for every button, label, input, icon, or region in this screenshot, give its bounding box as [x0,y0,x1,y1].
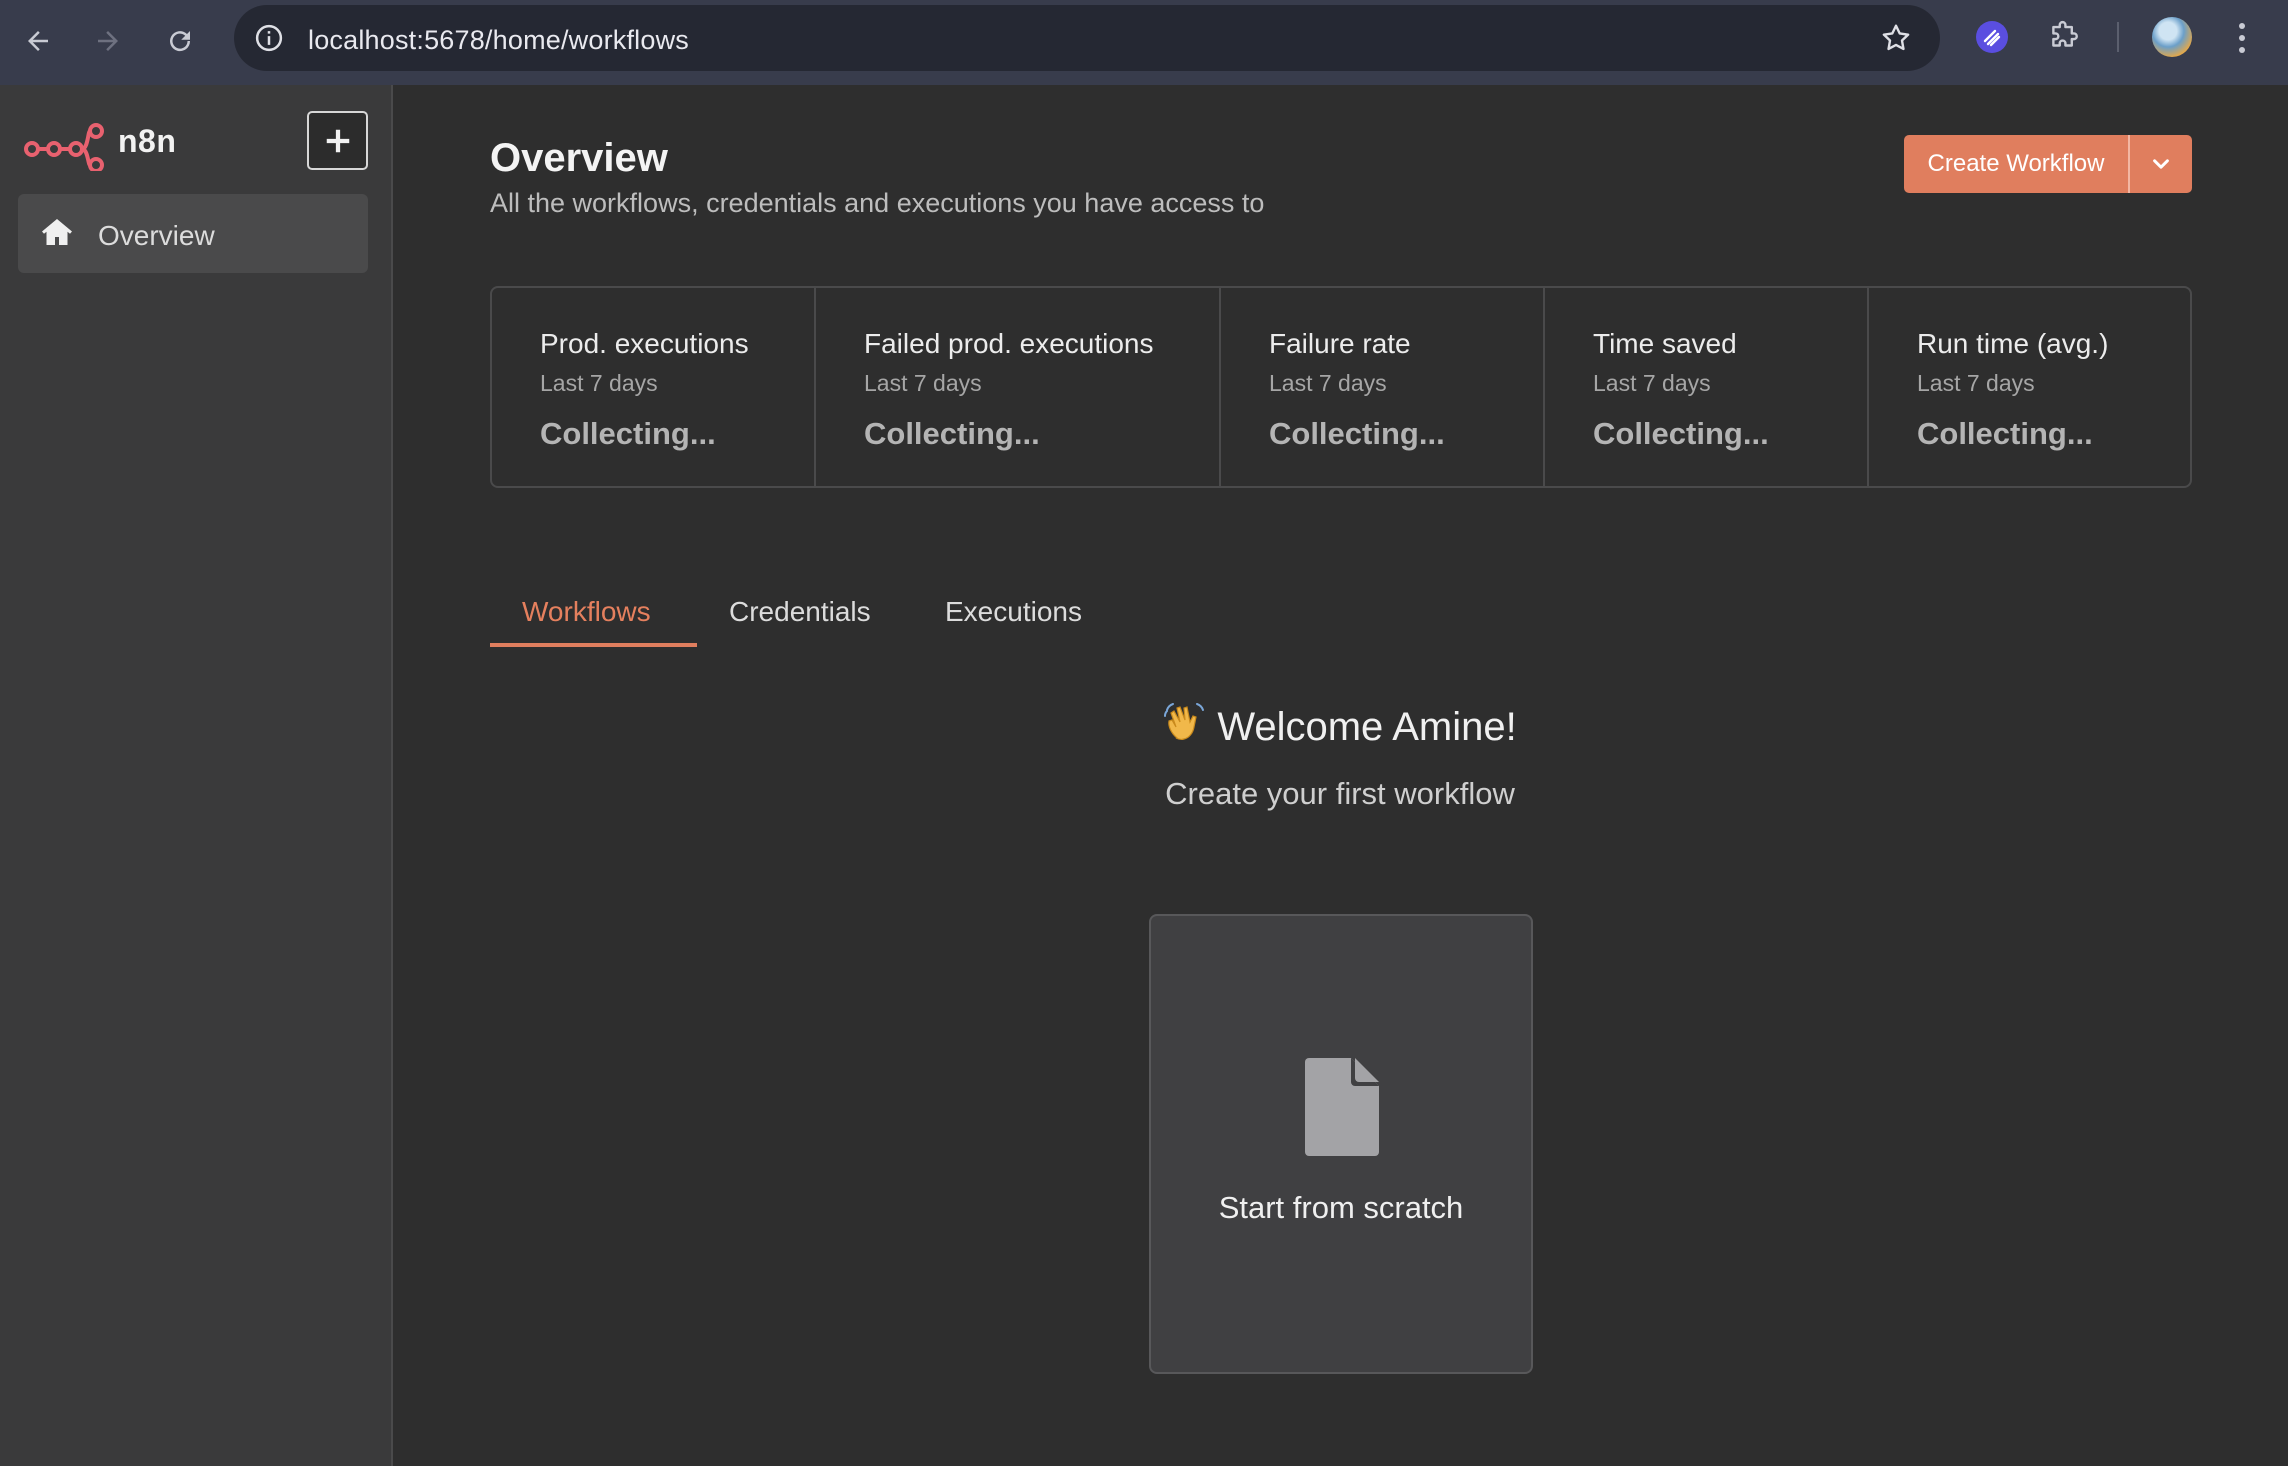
stat-value: Collecting... [1269,416,1445,451]
chevron-down-icon [2153,159,2169,169]
stat-title: Failure rate [1269,328,1411,359]
stat-value: Collecting... [540,416,716,451]
stat-failed-prod-executions[interactable]: Failed prod. executions Last 7 days Coll… [816,288,1221,486]
empty-state-subtitle: Create your first workflow [1165,776,1515,811]
page-title: Overview [490,136,668,180]
page-subtitle: All the workflows, credentials and execu… [490,188,1265,218]
stat-run-time[interactable]: Run time (avg.) Last 7 days Collecting..… [1869,288,2190,486]
n8n-logo-icon[interactable] [24,121,106,171]
extension-icon[interactable] [1974,19,2010,55]
create-workflow-button-group: Create Workflow [1904,135,2192,193]
stat-period: Last 7 days [540,370,658,396]
url-text[interactable]: localhost:5678/home/workflows [308,25,689,56]
info-icon[interactable] [254,23,284,53]
reload-icon[interactable] [156,17,204,65]
star-icon[interactable] [1880,22,1912,54]
stat-failure-rate[interactable]: Failure rate Last 7 days Collecting... [1221,288,1545,486]
stat-period: Last 7 days [1269,370,1387,396]
stat-period: Last 7 days [1593,370,1711,396]
sidebar-item-overview[interactable]: Overview [18,194,368,273]
brand-name: n8n [118,123,177,159]
active-tab-indicator [490,643,697,647]
back-arrow-icon[interactable] [14,17,62,65]
stat-prod-executions[interactable]: Prod. executions Last 7 days Collecting.… [492,288,816,486]
tab-bar: Workflows Credentials Executions [490,584,1190,648]
stat-value: Collecting... [1917,416,2093,451]
stat-period: Last 7 days [1917,370,2035,396]
stat-value: Collecting... [1593,416,1769,451]
puzzle-icon[interactable] [2046,19,2082,55]
stat-title: Failed prod. executions [864,328,1154,359]
file-icon [1305,1058,1379,1156]
insights-summary: Prod. executions Last 7 days Collecting.… [490,286,2192,488]
home-icon [42,219,72,245]
card-label: Start from scratch [1218,1190,1464,1225]
add-button[interactable] [307,111,368,170]
welcome-heading: Welcome Amine! [1140,700,1540,750]
forward-arrow-icon[interactable] [84,17,132,65]
sidebar-item-label: Overview [98,220,215,251]
browser-toolbar: localhost:5678/home/workflows [0,0,2288,85]
tab-credentials[interactable]: Credentials [729,596,871,628]
tab-workflows[interactable]: Workflows [522,596,651,628]
stat-title: Prod. executions [540,328,749,359]
start-from-scratch-card[interactable]: Start from scratch [1149,914,1533,1374]
stat-time-saved[interactable]: Time saved Last 7 days Collecting... [1545,288,1869,486]
address-bar[interactable]: localhost:5678/home/workflows [234,5,1940,71]
welcome-text: Welcome Amine! [1217,705,1517,749]
waving-hand-icon [1164,703,1205,741]
plus-icon [326,129,349,152]
tab-executions[interactable]: Executions [945,596,1082,628]
stat-period: Last 7 days [864,370,982,396]
avatar[interactable] [2152,17,2192,57]
kebab-menu-icon[interactable] [2230,18,2254,58]
toolbar-separator [2117,22,2119,52]
create-workflow-dropdown[interactable] [2130,135,2192,193]
create-workflow-button[interactable]: Create Workflow [1904,135,2130,193]
stat-value: Collecting... [864,416,1040,451]
stat-title: Run time (avg.) [1917,328,2109,359]
sidebar: n8n Overview [0,85,393,1466]
stat-title: Time saved [1593,328,1737,359]
